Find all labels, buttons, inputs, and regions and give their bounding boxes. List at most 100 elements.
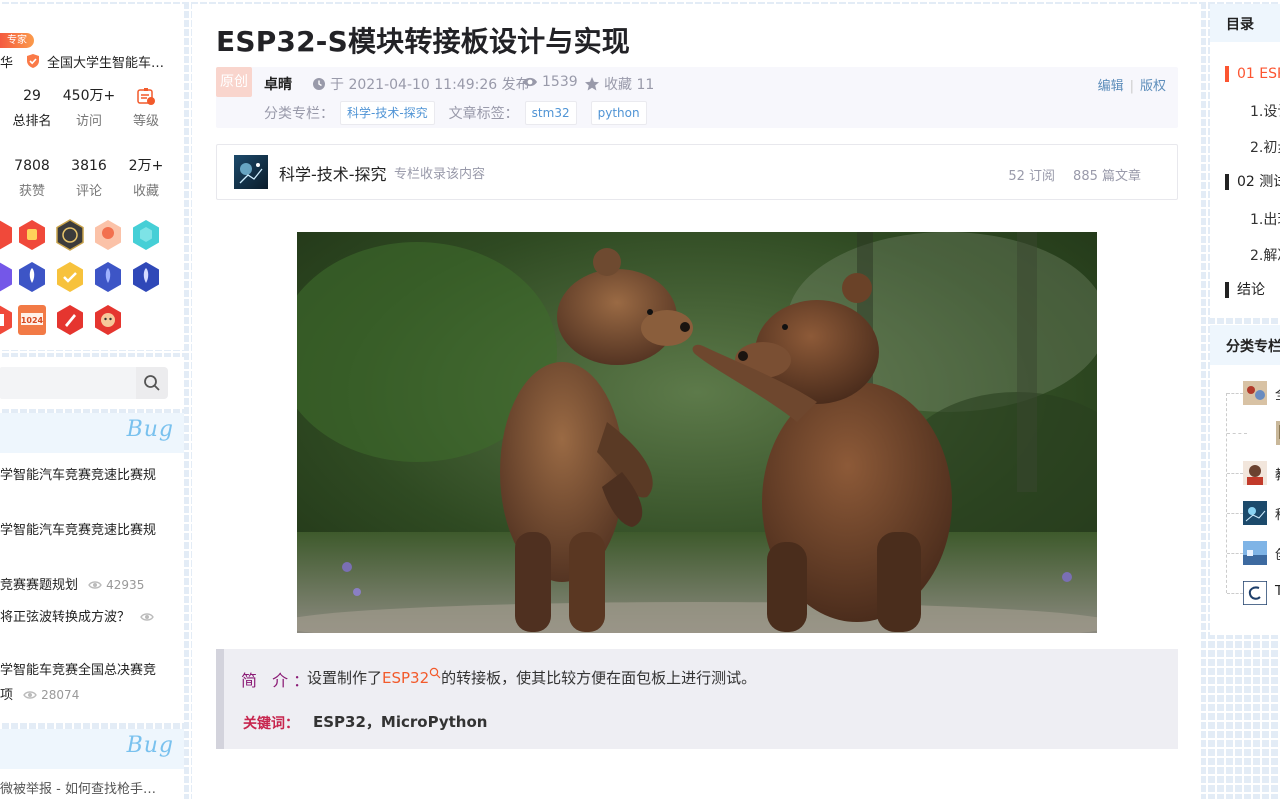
column-name[interactable]: 科学-技术-探究	[279, 161, 387, 185]
meta-links: 编辑 | 版权	[1097, 79, 1166, 94]
category-header: 分类专栏	[1210, 325, 1280, 365]
summary-text-after: 的转接板，使其比较方便在面包板上进行测试。	[441, 669, 757, 687]
favorite-count[interactable]: 收藏 11	[584, 74, 654, 94]
table-of-contents: 目录 01 ESP 1.设计 2.初步 02 测试 1.出现 2.解决 结论	[1210, 4, 1280, 318]
column-info-card[interactable]: 科学-技术-探究 专栏收录该内容 52 订阅 885 篇文章	[216, 144, 1178, 200]
badge-pen-icon[interactable]	[55, 304, 85, 336]
badge-rocket2-icon[interactable]	[93, 261, 123, 293]
stat-likes: 7808 获赞	[2, 156, 62, 202]
category-name: T	[1275, 584, 1280, 599]
stat-value: 29	[23, 88, 41, 104]
category-thumbnail-icon	[1276, 421, 1280, 445]
stat-level[interactable]: 等级	[116, 86, 176, 132]
hot-articles-card: Bug 学智能汽车竞赛竞速比赛规 学智能汽车竞赛竞速比赛规 竞赛赛题规划 429…	[0, 413, 184, 723]
recommended-card: Bug 微被举报 - 如何查找枪手…	[0, 729, 184, 799]
certified-shield-icon	[27, 54, 39, 68]
badge-rocket3-icon[interactable]	[131, 261, 161, 293]
category-thumbnail-icon	[1243, 541, 1267, 565]
stat-label: 获赞	[18, 184, 45, 199]
profile-card: 专家 华 全国大学生智能车… 29 总排名 450万+ 访问 等级 7808 获…	[0, 4, 184, 350]
publish-time: 于 2021-04-10 11:49:26 发布	[312, 74, 530, 94]
eye-icon	[23, 691, 37, 699]
badge-medal-icon[interactable]	[17, 219, 47, 251]
badge-rocket-icon[interactable]	[17, 261, 47, 293]
badge-teal-icon[interactable]	[131, 219, 161, 251]
badge-white-icon[interactable]	[0, 304, 14, 336]
stat-value: 450万+	[62, 88, 116, 104]
stat-value: 3816	[71, 158, 107, 174]
hot-article-item[interactable]: 项 28074	[0, 684, 184, 707]
hot-article-title: 学智能汽车竞赛竞速比赛规	[0, 468, 157, 483]
blog-search-input[interactable]	[0, 367, 136, 399]
toc-item[interactable]: 1.出现	[1250, 209, 1280, 229]
toc-title: 目录	[1226, 17, 1254, 33]
bug-decoration: Bug	[126, 733, 174, 758]
toc-item[interactable]: 01 ESP	[1225, 66, 1280, 82]
toc-item[interactable]: 结论	[1225, 282, 1265, 298]
column-desc: 专栏收录该内容	[394, 167, 486, 182]
author-name[interactable]: 卓晴	[264, 74, 292, 94]
hot-article-item[interactable]: 学智能车竞赛全国总决赛竞	[0, 660, 184, 682]
hot-articles-header: Bug	[0, 413, 184, 453]
badge-1024-icon[interactable]: 1024	[17, 304, 47, 336]
stat-rank[interactable]: 29 总排名	[2, 86, 62, 132]
badge-monkey-icon[interactable]	[93, 304, 123, 336]
column-thumbnail-icon	[234, 155, 268, 189]
view-count: 42935	[88, 574, 144, 596]
article-title: ESP32-S模块转接板设计与实现	[216, 25, 630, 58]
eye-icon	[140, 613, 154, 621]
category-columns-card: 分类专栏 全 教 科 创 T	[1210, 325, 1280, 635]
hot-article-title: 将正弦波转换成方波？	[0, 610, 131, 625]
hot-article-item[interactable]: 竞赛赛题规划 42935	[0, 574, 184, 597]
search-button[interactable]	[136, 367, 168, 399]
category-name: 创	[1275, 544, 1280, 563]
summary-text: 设置制作了ESP32 的转接板，使其比较方便在面包板上进行测试。	[307, 667, 756, 688]
summary-text-before: 设置制作了	[307, 669, 383, 687]
toc-item[interactable]: 1.设计	[1250, 101, 1280, 121]
category-thumbnail-icon	[1243, 581, 1267, 605]
toc-item[interactable]: 2.解决	[1250, 245, 1280, 265]
copyright-link[interactable]: 版权	[1140, 79, 1166, 94]
article-tag-stm32[interactable]: stm32	[524, 101, 577, 125]
article-summary: 简 介： 设置制作了ESP32 的转接板，使其比较方便在面包板上进行测试。 关键词…	[216, 649, 1178, 749]
article-image-bears	[297, 232, 1097, 633]
hot-article-title: 学智能车竞赛全国总决赛竞	[0, 663, 157, 678]
hot-article-item[interactable]: 将正弦波转换成方波？	[0, 606, 184, 629]
hot-article-item[interactable]: 学智能汽车竞赛竞速比赛规	[0, 520, 184, 542]
article-tag-python[interactable]: python	[590, 101, 647, 125]
badge-purple-icon[interactable]	[0, 261, 14, 293]
category-tag[interactable]: 科学-技术-探究	[340, 101, 435, 125]
category-thumbnail-icon	[1243, 501, 1267, 525]
read-count-value: 1539	[542, 74, 578, 90]
hot-article-title: 竞赛赛题规划	[0, 578, 79, 593]
edit-link[interactable]: 编辑	[1098, 79, 1124, 94]
badge-gold-icon[interactable]	[55, 261, 85, 293]
stat-value: 2万+	[128, 158, 164, 174]
tags-label: 文章标签：	[448, 106, 519, 122]
esp32-link-text: ESP32	[382, 669, 430, 687]
esp32-link[interactable]: ESP32	[382, 667, 441, 687]
article-meta: 原创 卓晴 于 2021-04-10 11:49:26 发布 1539 收藏 1…	[216, 67, 1178, 128]
tree-line	[1226, 393, 1227, 593]
recommended-item[interactable]: 微被举报 - 如何查找枪手…	[0, 779, 184, 799]
stat-visits: 450万+ 访问	[59, 86, 119, 132]
toc-item[interactable]: 2.初步	[1250, 137, 1280, 157]
toc-item[interactable]: 02 测试	[1225, 174, 1280, 190]
stat-label: 等级	[132, 114, 159, 129]
publish-time-text: 于 2021-04-10 11:49:26 发布	[330, 77, 530, 93]
category-thumbnail-icon	[1243, 381, 1267, 405]
stat-label: 总排名	[12, 114, 52, 129]
badge-anniversary-icon[interactable]	[93, 219, 123, 251]
view-count	[140, 606, 158, 628]
column-article-count: 885 篇文章	[1073, 169, 1141, 184]
view-count-value: 28074	[41, 688, 80, 702]
article-main: ESP32-S模块转接板设计与实现 原创 卓晴 于 2021-04-10 11:…	[192, 4, 1201, 799]
column-subscribers: 52 订阅	[1008, 169, 1056, 184]
badge-red-icon[interactable]	[0, 219, 14, 251]
badge-dark-icon[interactable]	[55, 219, 85, 251]
certification-row[interactable]: 华 全国大学生智能车…	[0, 52, 184, 71]
original-tag: 原创	[216, 67, 252, 97]
hot-article-item[interactable]: 学智能汽车竞赛竞速比赛规	[0, 465, 184, 487]
toc-header: 目录	[1210, 4, 1280, 42]
hot-article-title: 学智能汽车竞赛竞速比赛规	[0, 523, 157, 538]
